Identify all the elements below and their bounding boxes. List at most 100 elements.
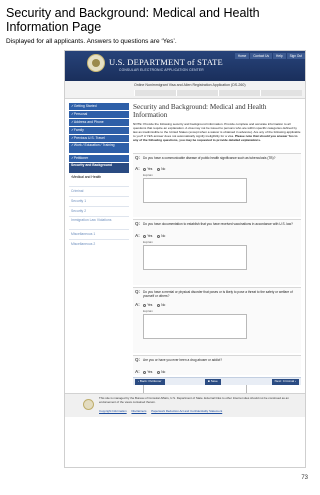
top-nav-help[interactable]: Help: [273, 53, 286, 59]
answer-label: A:: [135, 302, 140, 307]
sidebar-item-personal[interactable]: Personal: [69, 111, 129, 118]
question-block: Q: Do you have a mental or physical diso…: [133, 287, 301, 353]
sidebar-item-criminal[interactable]: Criminal: [69, 188, 129, 195]
radio-selected-icon: [143, 370, 147, 374]
footer-link-copyright[interactable]: Copyright Information: [99, 409, 127, 413]
sidebar-item-security-background[interactable]: Security and Background: [69, 163, 129, 173]
no-label: No: [161, 234, 166, 238]
form-band: Online Nonimmigrant Visa and Alien Regis…: [65, 81, 305, 99]
form-name: Online Nonimmigrant Visa and Alien Regis…: [134, 83, 246, 87]
top-nav-home[interactable]: Home: [234, 53, 250, 59]
question-label: Q:: [135, 155, 140, 160]
question-block: Q: Do you have a communicable disease of…: [133, 153, 301, 217]
top-nav-contact[interactable]: Contact Us: [250, 53, 273, 59]
yes-label: Yes: [147, 370, 153, 374]
site-footer: This site is managed by the Bureau of Co…: [65, 393, 305, 417]
no-label: No: [161, 303, 166, 307]
back-button[interactable]: ‹ Back: Petitioner: [135, 379, 165, 385]
radio-empty-icon: [157, 234, 161, 238]
radio-empty-icon: [157, 167, 161, 171]
sidebar-item-security-1[interactable]: Security 1: [69, 198, 129, 205]
sidebar-divider: [69, 216, 129, 217]
sidebar-item-family[interactable]: Family: [69, 127, 129, 134]
sidebar-item-immigration-violations[interactable]: Immigration Law Violations: [69, 218, 129, 228]
top-nav-sign-out[interactable]: Sign Out: [286, 53, 305, 59]
question-text: Do you have a mental or physical disorde…: [143, 290, 293, 298]
sidebar-item-security-2[interactable]: Security 2: [69, 208, 129, 215]
document-title: Security and Background: Medical and Hea…: [6, 6, 260, 34]
note-text: NOTE: Provide the following security and…: [133, 122, 301, 149]
sidebar-item-getting-started[interactable]: Getting Started: [69, 103, 129, 110]
explain-label: Explain: [143, 240, 153, 244]
radio-empty-icon: [157, 303, 161, 307]
no-radio[interactable]: No: [157, 370, 165, 374]
question-label: Q:: [135, 221, 140, 226]
explain-label: Explain: [143, 309, 153, 313]
top-nav: Home Contact Us Help Sign Out: [234, 53, 305, 59]
explain-textarea[interactable]: [143, 245, 247, 270]
radio-selected-icon: [143, 234, 147, 238]
page-number: 73: [301, 475, 308, 481]
no-radio[interactable]: No: [157, 167, 165, 171]
radio-selected-icon: [143, 167, 147, 171]
answer-label: A:: [135, 233, 140, 238]
save-button[interactable]: ■ Save: [205, 379, 221, 385]
question-label: Q:: [135, 289, 140, 294]
sidebar-item-address[interactable]: Address and Phone: [69, 119, 129, 126]
yes-radio[interactable]: Yes: [143, 303, 152, 307]
section-title: Security and Background: Medical and Hea…: [133, 103, 267, 119]
answer-label: A:: [135, 166, 140, 171]
sidebar-divider: [69, 196, 129, 197]
id-strip: [134, 90, 302, 96]
question-text: Do you have documentation to establish t…: [143, 222, 293, 226]
document-subtitle: Displayed for all applicants. Answers to…: [6, 38, 177, 45]
next-button[interactable]: Next: Criminal ›: [271, 379, 299, 385]
department-name: U.S. DEPARTMENT of STATE: [109, 57, 223, 67]
yes-radio[interactable]: Yes: [143, 234, 152, 238]
no-label: No: [161, 370, 166, 374]
sidebar-nav: Getting Started Personal Address and Pho…: [65, 99, 131, 289]
id-cell: [176, 90, 218, 96]
footer-links: Copyright Information Disclaimers Paperw…: [99, 409, 226, 413]
question-text: Are you or have you ever been a drug abu…: [143, 358, 223, 362]
sidebar-item-previous-travel[interactable]: Previous U.S. Travel: [69, 135, 129, 142]
embedded-screenshot: Home Contact Us Help Sign Out U.S. DEPAR…: [64, 50, 306, 468]
footer-text: This site is managed by the Bureau of Co…: [99, 396, 289, 404]
explain-textarea[interactable]: [143, 178, 247, 203]
sidebar-item-misc-2[interactable]: Miscellaneous 2: [69, 241, 129, 248]
yes-label: Yes: [147, 303, 153, 307]
question-block: Q: Do you have documentation to establis…: [133, 219, 301, 285]
sidebar-item-medical-health[interactable]: Medical and Health: [69, 175, 129, 185]
id-cell: [260, 90, 302, 96]
yes-label: Yes: [147, 167, 153, 171]
button-bar: ‹ Back: Petitioner ■ Save Next: Criminal…: [133, 377, 301, 385]
sidebar-divider: [69, 229, 129, 230]
radio-selected-icon: [143, 303, 147, 307]
footer-link-disclaimers[interactable]: Disclaimers: [131, 409, 146, 413]
footer-link-paperwork[interactable]: Paperwork Reduction Act and Confidential…: [151, 409, 222, 413]
question-text: Do you have a communicable disease of pu…: [143, 156, 276, 160]
radio-empty-icon: [157, 370, 161, 374]
sidebar-divider: [69, 206, 129, 207]
question-label: Q:: [135, 357, 140, 362]
yes-label: Yes: [147, 234, 153, 238]
sidebar-item-petitioner[interactable]: Petitioner: [69, 155, 129, 162]
id-cell: [134, 90, 176, 96]
yes-radio[interactable]: Yes: [143, 370, 152, 374]
yes-radio[interactable]: Yes: [143, 167, 152, 171]
no-label: No: [161, 167, 166, 171]
sidebar-item-work-education[interactable]: Work / Education / Training: [69, 143, 129, 153]
sidebar-divider: [69, 186, 129, 187]
footer-seal-icon: [83, 399, 94, 410]
answer-label: A:: [135, 369, 140, 374]
id-cell: [218, 90, 260, 96]
explain-textarea[interactable]: [143, 314, 247, 339]
state-seal-icon: [87, 54, 105, 72]
site-header: Home Contact Us Help Sign Out U.S. DEPAR…: [65, 51, 305, 81]
sidebar-divider: [69, 239, 129, 240]
explain-label: Explain: [143, 173, 153, 177]
ceac-name: CONSULAR ELECTRONIC APPLICATION CENTER: [119, 68, 204, 72]
no-radio[interactable]: No: [157, 303, 165, 307]
sidebar-item-misc-1[interactable]: Miscellaneous 1: [69, 231, 129, 238]
no-radio[interactable]: No: [157, 234, 165, 238]
